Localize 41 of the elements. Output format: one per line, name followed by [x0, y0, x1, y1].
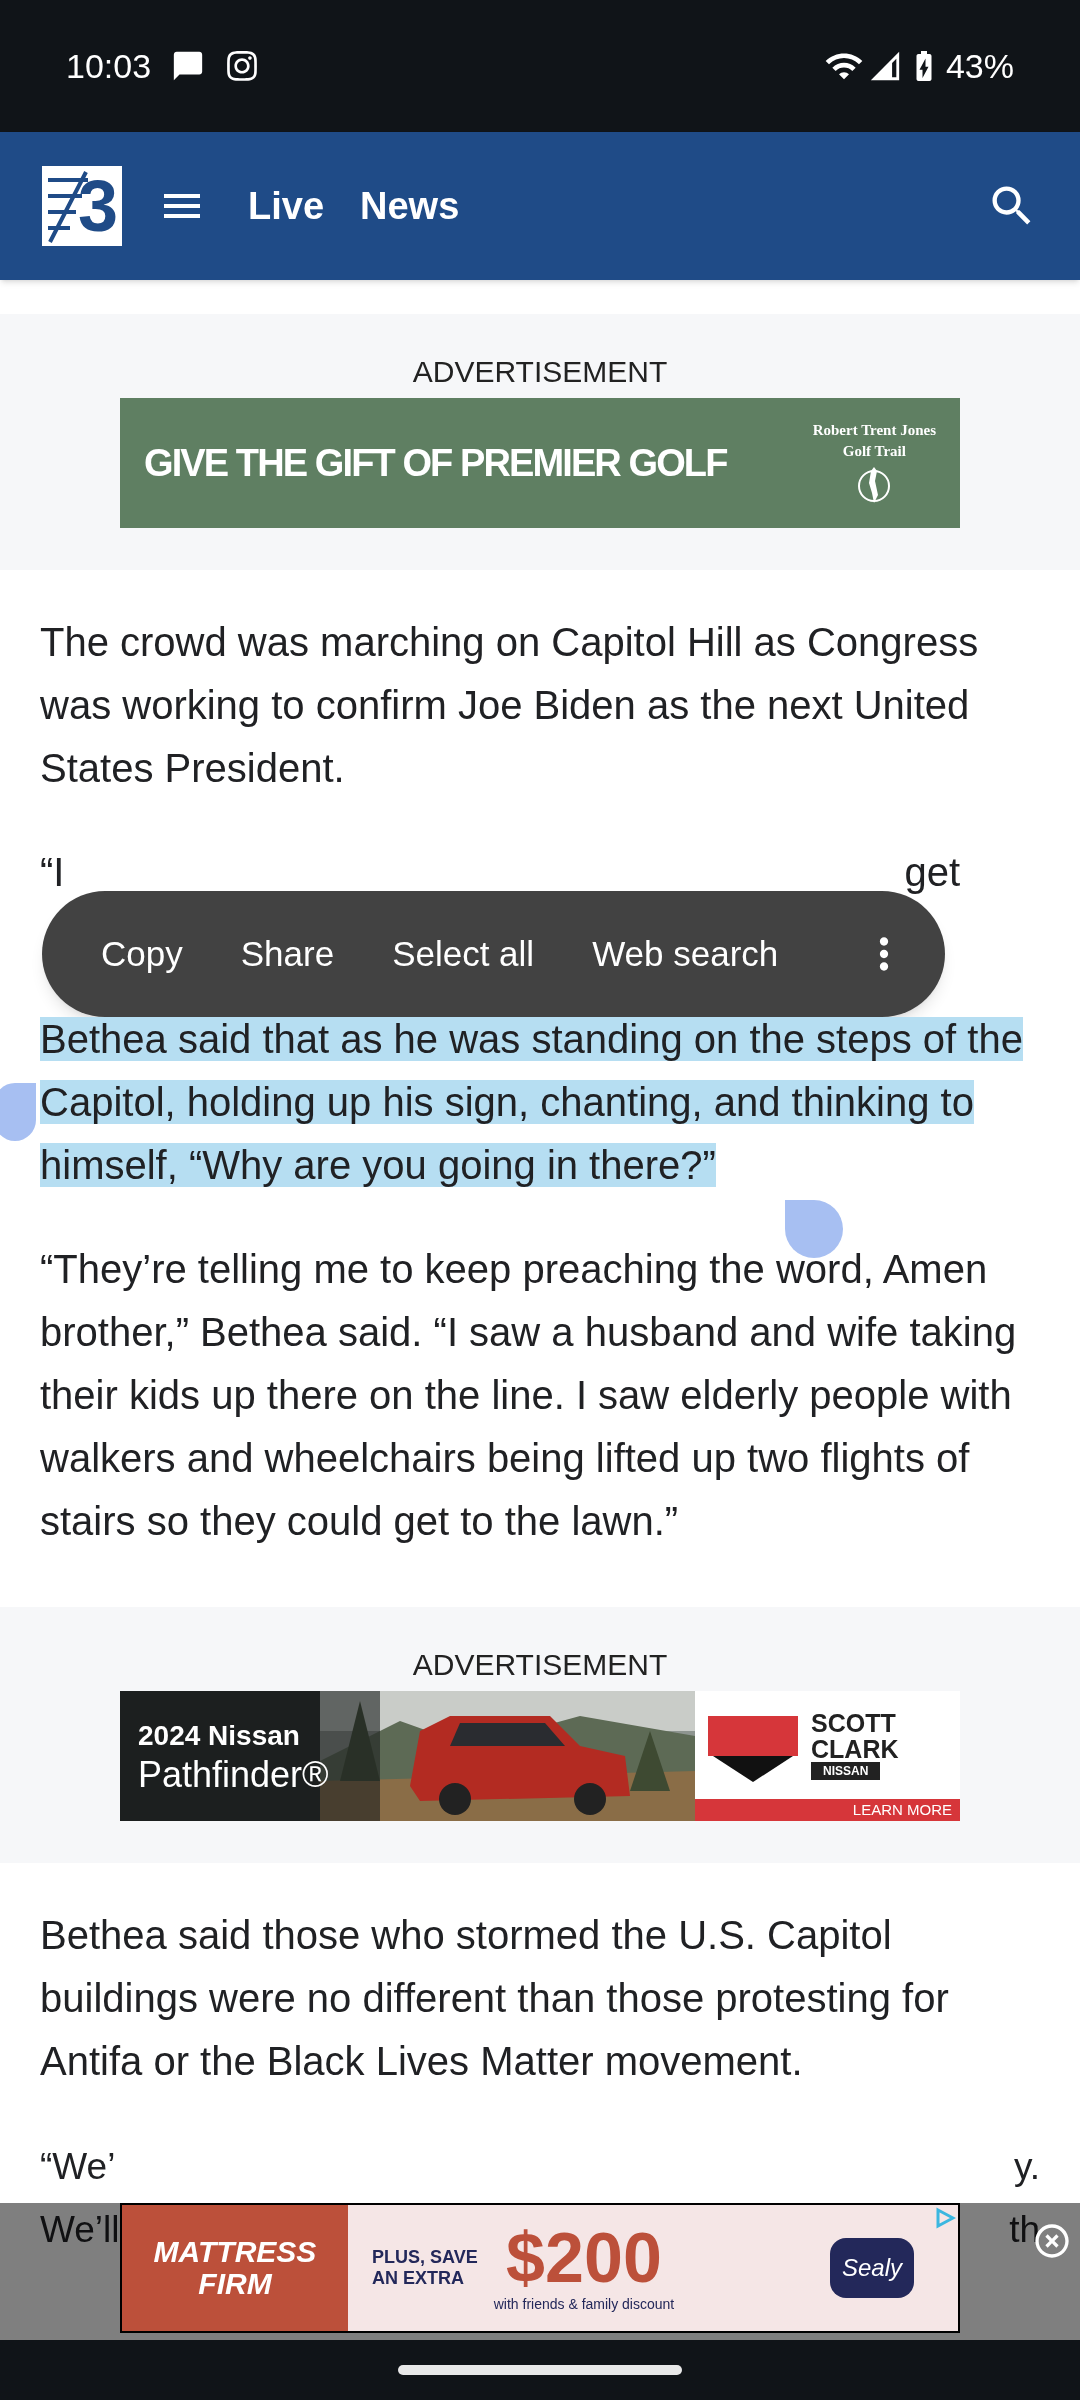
ad-banner[interactable]: GIVE THE GIFT OF PREMIER GOLF Robert Trent Jones Golf Trail [120, 398, 960, 528]
article-text: “I [40, 849, 65, 896]
article-paragraph: Bethea said those who stormed the U.S. Capitol buildings were no different than those protesting for Antifa or the Black Lives Matter movement. [40, 1912, 950, 2085]
nav-link[interactable]: News [360, 177, 460, 235]
ad-headline: 2024 Nissan [138, 1719, 301, 1753]
ad-cta[interactable]: LEARN MORE [695, 1799, 960, 1821]
logo[interactable]: 3 [42, 166, 122, 246]
ad-brand: Robert Trent Jones [812, 422, 936, 439]
camera-icon [225, 49, 260, 83]
partner-logo: Sealy [829, 2238, 914, 2298]
toolbar-action[interactable]: Copy [86, 927, 198, 981]
ad-banner[interactable]: MATTRESS FIRM PLUS, SAVE AN EXTRA $200 with friends & family discount Sealy [120, 2203, 960, 2333]
ad-brand: Golf Trail [842, 443, 906, 460]
toolbar-action[interactable]: Select all [377, 927, 550, 981]
article-text: y. [1013, 2145, 1040, 2189]
ad-offer: PLUS, SAVE [372, 2247, 478, 2268]
home-handle[interactable] [398, 2365, 682, 2375]
selection-handle[interactable] [0, 1083, 36, 1141]
article-paragraph: “They’re telling me to keep preaching the word, Amen brother,” Bethea said. “I saw a husband and wife taking their kids up there on the line. I saw elderly people with walkers and wheelchairs being lifted up two flights of stairs so they could get to the lawn.” [40, 1246, 1018, 1545]
status-time: 10:03 [66, 45, 152, 87]
nav-link[interactable]: Live [248, 177, 325, 235]
ad-offer: AN EXTRA [372, 2268, 465, 2289]
toolbar-action[interactable]: Web search [577, 927, 794, 981]
ad-note: with friends & family discount [493, 2294, 675, 2314]
article-text: get [904, 849, 960, 896]
article-text: We’ll [40, 2208, 120, 2252]
article-paragraph: Bethea said that as he was standing on the steps of the Capitol, holding up his sign, chanting, and thinking to himself, “Why are you going in there?” [40, 1016, 1024, 1189]
article-paragraph: The crowd was marching on Capitol Hill as Congress was working to confirm Joe Biden as the next United States President. [40, 619, 980, 792]
battery-level: 43% [945, 45, 1014, 87]
ad-brand: FIRM [198, 2268, 272, 2300]
ad-label: ADVERTISEMENT [412, 1647, 668, 1683]
article-text: “We’ [40, 2145, 116, 2189]
ad-label: ADVERTISEMENT [412, 354, 668, 390]
ad-brand: MATTRESS [153, 2236, 317, 2268]
ad-amount: $200 [506, 2221, 662, 2294]
ad-badge: NISSAN [811, 1762, 881, 1780]
ad-model: Pathfinder® [138, 1753, 330, 1797]
ad-brand: CLARK [811, 1736, 899, 1762]
toolbar-action[interactable]: Share [225, 927, 350, 981]
ad-brand: SCOTT [811, 1710, 896, 1736]
ad-headline: GIVE THE GIFT OF PREMIER GOLF [144, 440, 727, 486]
